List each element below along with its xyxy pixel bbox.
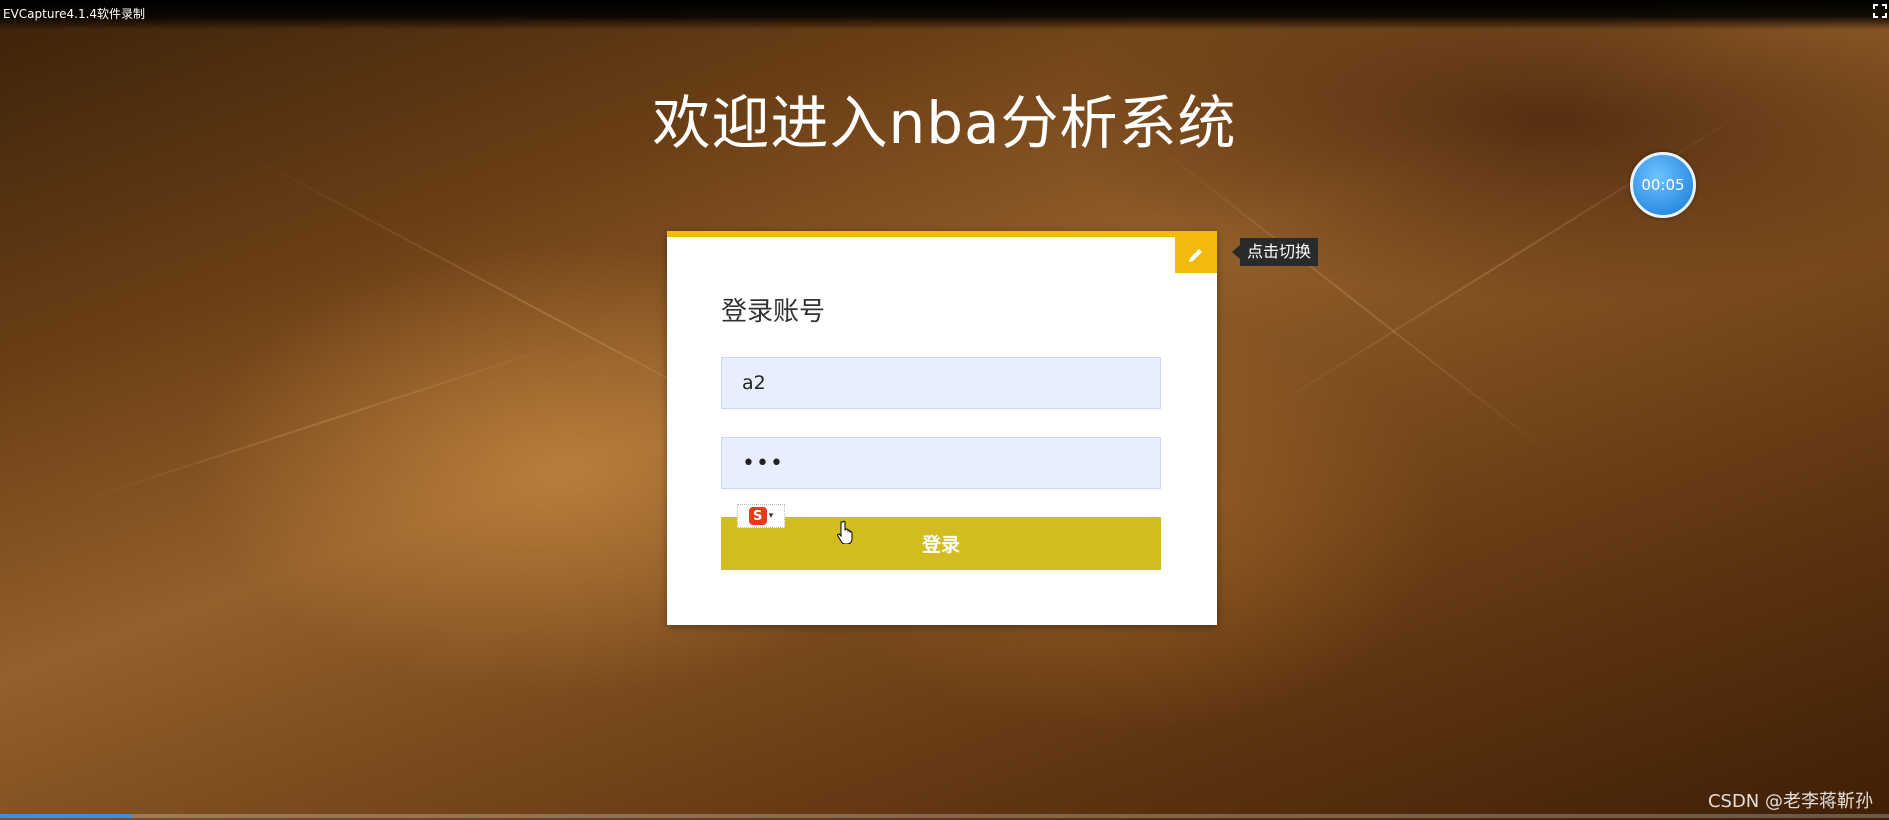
toggle-tooltip: 点击切换 xyxy=(1231,238,1319,266)
recording-timer[interactable]: 00:05 xyxy=(1630,152,1696,218)
recording-progress-bar[interactable] xyxy=(0,814,1889,818)
page-title: 欢迎进入nba分析系统 xyxy=(652,89,1237,157)
fullscreen-icon[interactable] xyxy=(1873,4,1887,18)
recording-progress-fill xyxy=(0,814,133,818)
login-card: 登录账号 登录 S ▾ xyxy=(667,231,1217,625)
app-stage: EVCapture4.1.4软件录制 欢迎进入nba分析系统 00:05 登录账… xyxy=(0,0,1889,820)
sogou-ime-icon: S xyxy=(748,507,767,525)
background-streak xyxy=(79,339,575,502)
password-input[interactable] xyxy=(721,437,1161,489)
login-button[interactable]: 登录 xyxy=(721,517,1161,570)
login-heading: 登录账号 xyxy=(721,297,826,327)
watermark: CSDN @老李蒋靳孙 xyxy=(1707,791,1873,812)
pencil-icon xyxy=(1189,247,1204,262)
hand-cursor-icon xyxy=(837,520,853,544)
username-input[interactable] xyxy=(721,357,1161,409)
toggle-login-mode-button[interactable] xyxy=(1175,237,1217,273)
ime-toolbar[interactable]: S ▾ xyxy=(737,504,785,528)
window-title: EVCapture4.1.4软件录制 xyxy=(3,7,146,21)
ime-dropdown-icon[interactable]: ▾ xyxy=(769,511,774,521)
recorder-titlebar: EVCapture4.1.4软件录制 xyxy=(0,0,1889,30)
